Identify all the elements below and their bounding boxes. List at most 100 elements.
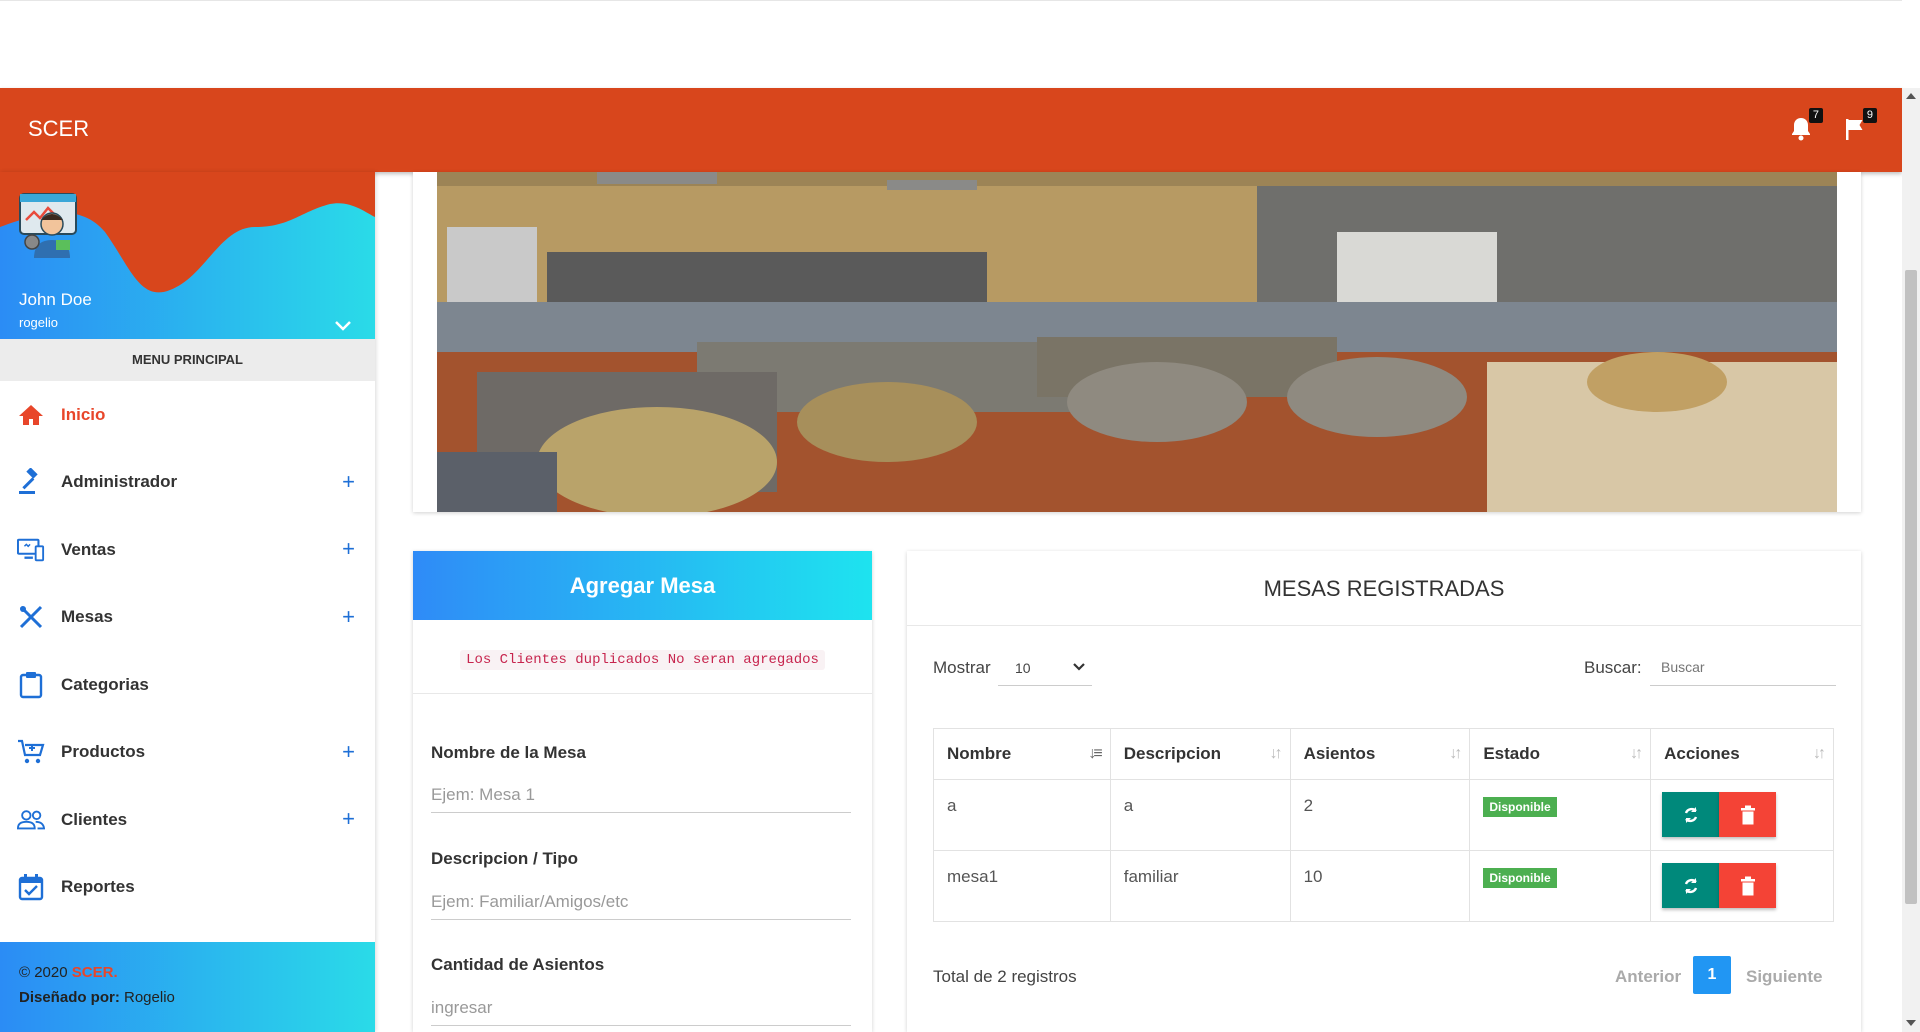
banner-card bbox=[413, 172, 1861, 512]
top-navbar: SCER 7 9 bbox=[0, 88, 1902, 172]
sidebar-item-inicio[interactable]: Inicio bbox=[0, 381, 375, 449]
next-page-button[interactable]: Siguiente bbox=[1746, 967, 1823, 987]
cutlery-icon bbox=[17, 603, 45, 631]
scrollbar-thumb[interactable] bbox=[1905, 270, 1917, 904]
cell-nombre: mesa1 bbox=[933, 850, 1111, 922]
copyright-line: © 2020 SCER. bbox=[19, 964, 356, 981]
column-label: Descripcion bbox=[1123, 744, 1222, 763]
sidebar-item-clientes[interactable]: Clientes + bbox=[0, 786, 375, 854]
sync-icon bbox=[1684, 877, 1697, 894]
column-header-descripcion[interactable]: Descripcion ↓↑ bbox=[1109, 728, 1291, 780]
show-label: Mostrar bbox=[933, 658, 991, 677]
avatar[interactable] bbox=[16, 188, 80, 258]
sidebar-item-mesas[interactable]: Mesas + bbox=[0, 584, 375, 652]
column-header-acciones[interactable]: Acciones ↓↑ bbox=[1650, 728, 1834, 780]
plus-icon[interactable]: + bbox=[342, 470, 355, 493]
sidebar-item-productos[interactable]: Productos + bbox=[0, 719, 375, 787]
sidebar-item-label: Categorias bbox=[61, 674, 149, 694]
sidebar-item-label: Inicio bbox=[61, 404, 106, 424]
registered-tables-card: MESAS REGISTRADAS Mostrar 10 Buscar: Nom… bbox=[907, 551, 1861, 1032]
cell-asientos: 10 bbox=[1289, 850, 1471, 922]
page-size-value: 10 bbox=[1015, 660, 1031, 676]
sort-icon: ↓↑ bbox=[1630, 745, 1643, 762]
sidebar-item-label: Productos bbox=[61, 742, 146, 762]
sidebar-item-categorias[interactable]: Categorias bbox=[0, 651, 375, 719]
description-label: Descripcion / Tipo bbox=[431, 849, 579, 868]
sidebar-item-label: Ventas bbox=[61, 539, 116, 559]
table-name-input[interactable] bbox=[431, 777, 851, 813]
delete-button[interactable] bbox=[1719, 792, 1777, 837]
restaurant-image bbox=[437, 172, 1837, 512]
user-name: John Doe bbox=[19, 290, 92, 309]
table-header-row: Nombre ↓≡ Descripcion ↓↑ Asientos ↓↑ Estado… bbox=[933, 728, 1834, 780]
table-row: mesa1 familiar 10 Disponible bbox=[933, 850, 1834, 922]
sidebar-item-administrador[interactable]: Administrador + bbox=[0, 449, 375, 517]
cell-descripcion: a bbox=[1109, 779, 1291, 851]
plus-icon[interactable]: + bbox=[342, 605, 355, 628]
add-table-card: Agregar Mesa Los Clientes duplicados No … bbox=[413, 551, 872, 1032]
sidebar-item-ventas[interactable]: Ventas + bbox=[0, 516, 375, 584]
column-header-asientos[interactable]: Asientos ↓↑ bbox=[1289, 728, 1471, 780]
copyright-brand[interactable]: SCER. bbox=[72, 964, 118, 981]
status-badge: Disponible bbox=[1483, 797, 1557, 817]
plus-icon[interactable]: + bbox=[342, 538, 355, 560]
sync-button[interactable] bbox=[1662, 863, 1720, 908]
column-label: Asientos bbox=[1303, 744, 1376, 763]
search-input[interactable] bbox=[1650, 648, 1836, 686]
cell-estado: Disponible bbox=[1469, 850, 1652, 922]
delete-button[interactable] bbox=[1719, 863, 1777, 908]
sort-icon: ↓↑ bbox=[1269, 745, 1283, 762]
description-input[interactable] bbox=[431, 884, 851, 920]
duplicate-warning: Los Clientes duplicados No seran agregad… bbox=[460, 650, 825, 670]
seats-input[interactable] bbox=[431, 990, 851, 1026]
prev-page-button[interactable]: Anterior bbox=[1615, 967, 1681, 987]
home-icon bbox=[17, 401, 45, 429]
sort-asc-icon: ↓≡ bbox=[1088, 745, 1102, 762]
sidebar-item-label: Clientes bbox=[61, 809, 128, 829]
page-1-button[interactable]: 1 bbox=[1693, 956, 1731, 994]
user-info-panel: John Doe rogelio bbox=[0, 172, 375, 339]
clipboard-icon bbox=[17, 671, 45, 699]
status-badge: Disponible bbox=[1483, 868, 1557, 888]
sidebar-footer: © 2020 SCER. Diseñado por: Rogelio bbox=[0, 942, 375, 1032]
copyright-text: © 2020 bbox=[19, 964, 72, 981]
cell-descripcion: familiar bbox=[1109, 850, 1291, 922]
plus-icon[interactable]: + bbox=[342, 808, 355, 830]
add-table-title: Agregar Mesa bbox=[413, 551, 872, 620]
cell-estado: Disponible bbox=[1469, 779, 1652, 851]
registered-tables-title: MESAS REGISTRADAS bbox=[907, 551, 1861, 626]
sidebar-item-reportes[interactable]: Reportes bbox=[0, 854, 375, 922]
sync-button[interactable] bbox=[1662, 792, 1720, 837]
brand-title[interactable]: SCER bbox=[28, 116, 89, 142]
cart-icon bbox=[17, 738, 45, 766]
tables-list: Nombre ↓≡ Descripcion ↓↑ Asientos ↓↑ Estado… bbox=[933, 728, 1834, 922]
total-records: Total de 2 registros bbox=[933, 967, 1077, 986]
chevron-down-icon[interactable] bbox=[333, 318, 353, 332]
sync-icon bbox=[1684, 806, 1697, 823]
calendar-check-icon bbox=[17, 873, 45, 901]
column-header-estado[interactable]: Estado ↓↑ bbox=[1469, 728, 1652, 780]
notifications-button[interactable]: 7 bbox=[1789, 108, 1823, 144]
seats-label: Cantidad de Asientos bbox=[431, 955, 605, 974]
page-size-select[interactable]: 10 bbox=[998, 648, 1092, 686]
table-row: a a 2 Disponible bbox=[933, 779, 1834, 851]
sidebar: John Doe rogelio MENU PRINCIPAL Inicio A… bbox=[0, 172, 375, 1032]
sidebar-item-label: Reportes bbox=[61, 877, 135, 897]
user-avatar-icon bbox=[19, 193, 77, 258]
warning-row: Los Clientes duplicados No seran agregad… bbox=[413, 620, 872, 694]
sidebar-menu: Inicio Administrador + Ventas + Mesas + … bbox=[0, 381, 375, 921]
scroll-down-arrow-icon[interactable] bbox=[1906, 1020, 1916, 1026]
flags-count: 9 bbox=[1862, 108, 1877, 123]
cell-acciones bbox=[1650, 850, 1834, 922]
scroll-up-arrow-icon[interactable] bbox=[1906, 93, 1916, 99]
monitor-icon bbox=[17, 536, 45, 564]
column-label: Estado bbox=[1483, 744, 1541, 763]
flags-button[interactable]: 9 bbox=[1843, 108, 1877, 144]
vertical-scrollbar[interactable] bbox=[1902, 88, 1920, 1032]
plus-icon[interactable]: + bbox=[342, 740, 355, 763]
trash-icon bbox=[1740, 805, 1755, 824]
menu-header: MENU PRINCIPAL bbox=[0, 339, 375, 381]
sidebar-item-label: Administrador bbox=[61, 472, 178, 492]
column-header-nombre[interactable]: Nombre ↓≡ bbox=[933, 728, 1111, 780]
browser-blank-area bbox=[0, 0, 1902, 88]
